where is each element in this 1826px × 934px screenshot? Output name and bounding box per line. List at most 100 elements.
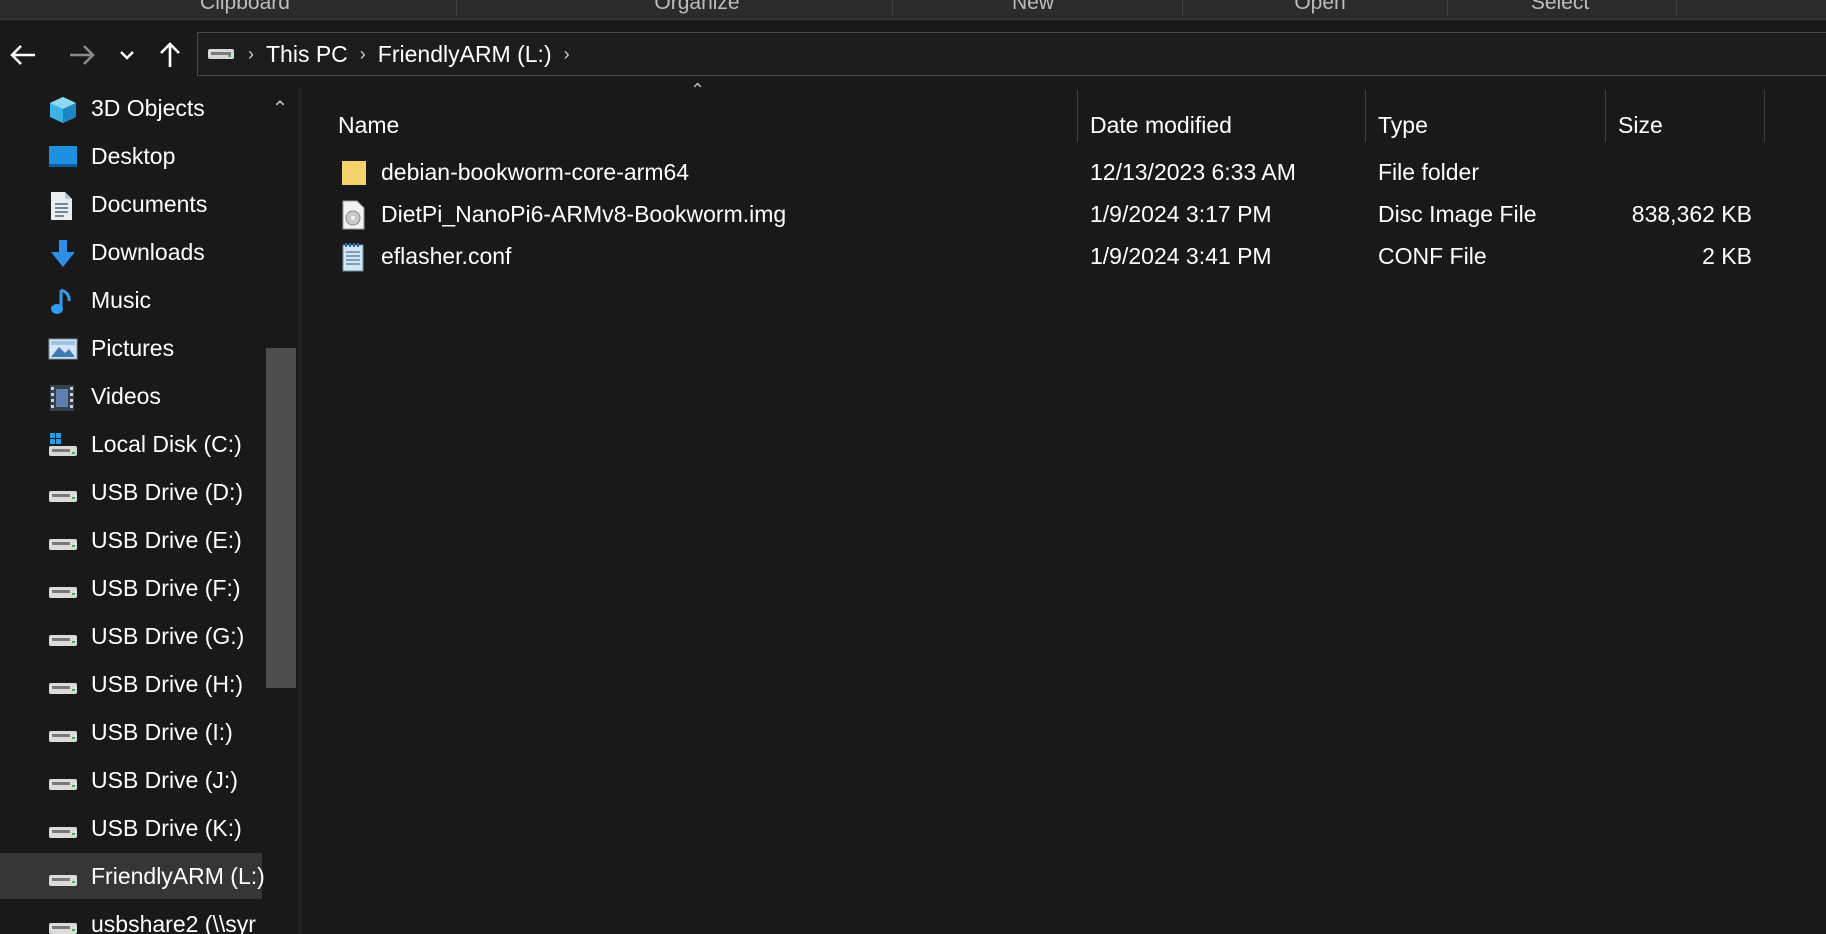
file-name: eflasher.conf: [381, 243, 512, 269]
sidebar-item[interactable]: Pictures: [0, 325, 262, 371]
documents-icon: [48, 191, 78, 220]
chevron-right-icon[interactable]: ›: [558, 44, 576, 65]
usb-drive-icon: [48, 671, 78, 699]
usb-drive-icon: [48, 767, 78, 795]
usb-drive-icon: [48, 863, 78, 891]
sidebar-item-label: USB Drive (D:): [91, 478, 244, 505]
column-separator[interactable]: [1605, 90, 1606, 142]
file-size: 838,362 KB: [1631, 201, 1752, 227]
up-arrow-icon: [160, 42, 180, 67]
ribbon-separator: [1676, 0, 1677, 16]
column-separator[interactable]: [1077, 90, 1078, 142]
column-header-name[interactable]: Name: [338, 100, 1078, 150]
desktop-icon: [48, 143, 78, 171]
ribbon-group-clipboard: Clipboard: [200, 0, 290, 14]
sidebar-item-label: USB Drive (G:): [91, 622, 245, 649]
file-size: 2 KB: [1702, 243, 1752, 269]
ribbon-separator: [1182, 0, 1183, 16]
usb-drive-icon: [48, 479, 78, 507]
file-type: CONF File: [1378, 243, 1487, 269]
sidebar-item-label: FriendlyARM (L:): [91, 862, 265, 889]
chevron-right-icon[interactable]: ›: [354, 44, 372, 65]
ribbon-group-open: Open: [1294, 0, 1346, 14]
column-header-type[interactable]: Type: [1378, 100, 1598, 150]
column-header-size[interactable]: Size: [1618, 100, 1748, 150]
folder-icon: [340, 158, 368, 188]
breadcrumb-this-pc[interactable]: This PC: [260, 41, 354, 68]
file-row[interactable]: debian-bookworm-core-arm64 12/13/2023 6:3…: [302, 152, 1826, 194]
file-date-modified: 1/9/2024 3:17 PM: [1090, 201, 1272, 227]
text-file-icon: [340, 242, 368, 272]
sidebar-item-label: Desktop: [91, 142, 176, 169]
sidebar-item[interactable]: USB Drive (H:): [0, 661, 262, 707]
sidebar-item[interactable]: FriendlyARM (L:): [0, 853, 265, 899]
address-bar[interactable]: › This PC › FriendlyARM (L:) ›: [197, 32, 1826, 76]
usb-drive-icon: [48, 575, 78, 603]
column-separator[interactable]: [1764, 90, 1765, 142]
sidebar-item-label: Downloads: [91, 238, 205, 265]
chevron-down-icon: [120, 51, 134, 60]
local-disk-icon: [48, 431, 78, 459]
ribbon-group-select: Select: [1530, 0, 1590, 14]
file-row[interactable]: DietPi_NanoPi6-ARMv8-Bookworm.img 1/9/202…: [302, 194, 1826, 236]
back-button[interactable]: [5, 38, 41, 72]
sidebar-item[interactable]: USB Drive (G:): [0, 613, 262, 659]
usb-drive-icon: [48, 623, 78, 651]
breadcrumb-friendlyarm[interactable]: FriendlyARM (L:): [372, 41, 558, 68]
sidebar-scrollbar-thumb[interactable]: [266, 348, 296, 688]
navigation-pane[interactable]: 3D Objects Desktop Documents Downloads Music…: [0, 88, 298, 934]
forward-button[interactable]: [64, 38, 100, 72]
disc-image-icon: [340, 200, 368, 230]
file-date-modified: 1/9/2024 3:41 PM: [1090, 243, 1272, 269]
forward-arrow-icon: [70, 45, 95, 65]
sidebar-item-label: Documents: [91, 190, 208, 217]
ribbon-group-new: New: [1011, 0, 1054, 14]
sidebar-item-label: usbshare2 (\\syr: [91, 910, 256, 934]
sidebar-item-label: Pictures: [91, 334, 175, 361]
sidebar-item[interactable]: 3D Objects: [0, 88, 262, 131]
up-button[interactable]: [152, 38, 188, 72]
sidebar-item[interactable]: USB Drive (K:): [0, 805, 262, 851]
file-date-modified: 12/13/2023 6:33 AM: [1090, 159, 1296, 185]
sidebar-item[interactable]: Documents: [0, 181, 262, 227]
sidebar-item[interactable]: Downloads: [0, 229, 262, 275]
usb-drive-icon: [48, 815, 78, 843]
sidebar-item[interactable]: USB Drive (F:): [0, 565, 262, 611]
usb-drive-icon: [48, 911, 78, 934]
3d-objects-icon: [48, 95, 78, 123]
file-type: File folder: [1378, 159, 1479, 185]
sidebar-item[interactable]: Videos: [0, 373, 262, 419]
usb-drive-icon: [48, 527, 78, 555]
downloads-icon: [48, 239, 78, 267]
usb-drive-icon: [48, 719, 78, 747]
sidebar-item-label: USB Drive (J:): [91, 766, 238, 793]
file-type: Disc Image File: [1378, 201, 1537, 227]
music-icon: [48, 287, 78, 315]
videos-icon: [48, 383, 78, 411]
sidebar-item[interactable]: USB Drive (E:): [0, 517, 262, 563]
file-name: debian-bookworm-core-arm64: [381, 159, 690, 185]
navigation-bar: › This PC › FriendlyARM (L:) ›: [0, 20, 1826, 88]
sidebar-item[interactable]: usbshare2 (\\syr: [0, 901, 262, 934]
sidebar-item-label: 3D Objects: [91, 94, 205, 121]
recent-locations-button[interactable]: [112, 38, 142, 72]
sidebar-item[interactable]: USB Drive (I:): [0, 709, 262, 755]
ribbon-group-organize: Organize: [654, 0, 740, 14]
file-row[interactable]: eflasher.conf 1/9/2024 3:41 PM CONF File 2 …: [302, 236, 1826, 278]
file-list[interactable]: ⌃ Name Date modified Type Size debian-bo…: [302, 80, 1826, 934]
ribbon-separator: [456, 0, 457, 16]
drive-icon: [206, 42, 242, 67]
sidebar-item[interactable]: Local Disk (C:): [0, 421, 262, 467]
back-arrow-icon: [10, 45, 35, 65]
sidebar-item[interactable]: USB Drive (J:): [0, 757, 262, 803]
sidebar-item[interactable]: Music: [0, 277, 262, 323]
sort-ascending-icon: ⌃: [690, 80, 706, 100]
scroll-up-arrow-icon[interactable]: ⌃: [268, 96, 292, 120]
sidebar-item-label: Videos: [91, 382, 161, 409]
chevron-right-icon: ›: [248, 43, 254, 64]
column-header-date-modified[interactable]: Date modified: [1090, 100, 1340, 150]
sidebar-item-label: USB Drive (I:): [91, 718, 233, 745]
sidebar-item[interactable]: Desktop: [0, 133, 262, 179]
sidebar-item[interactable]: USB Drive (D:): [0, 469, 262, 515]
column-separator[interactable]: [1365, 90, 1366, 142]
